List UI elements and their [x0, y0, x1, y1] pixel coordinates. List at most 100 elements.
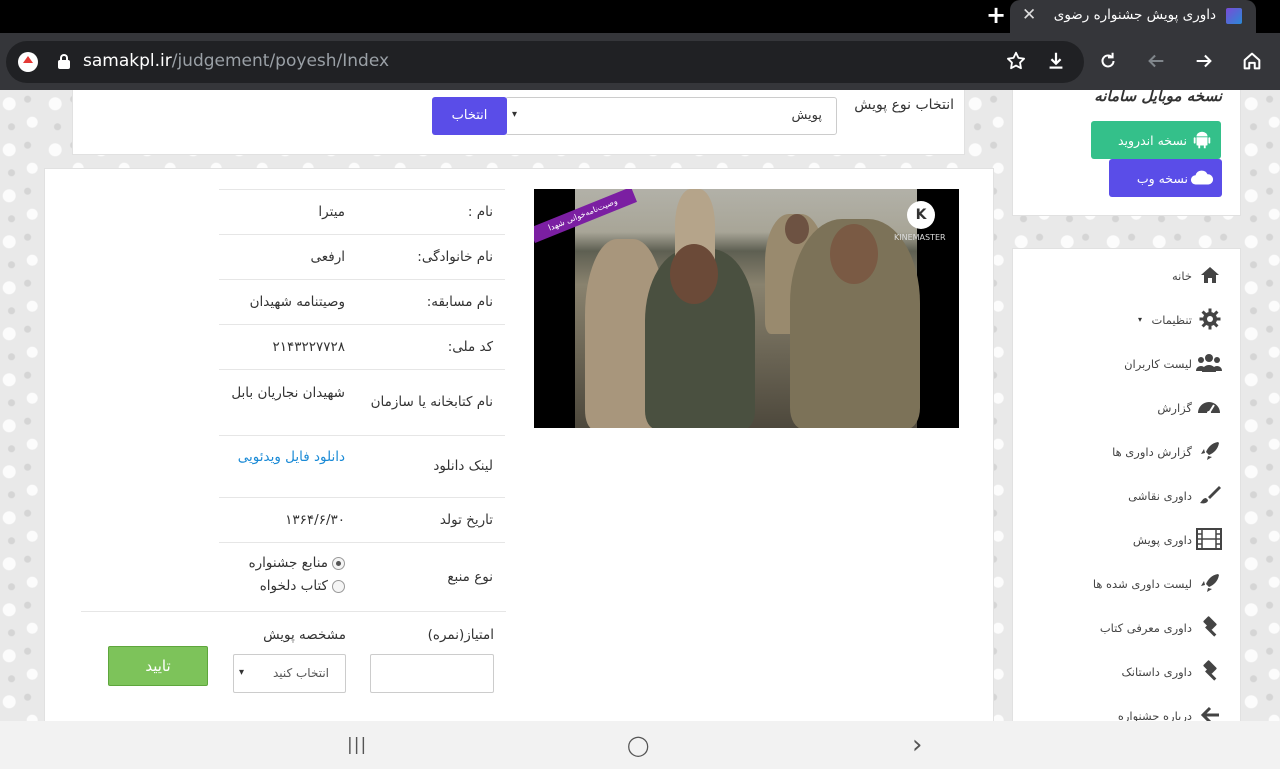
- chevron-down-icon: ▾: [239, 667, 245, 678]
- mobile-version-card: نسخه موبایل سامانه نسخه اندروید نسخه وب: [1012, 90, 1241, 216]
- sidebar-item-short-story[interactable]: داوری داستانک: [1022, 657, 1222, 687]
- arrow-left-icon: [1196, 703, 1222, 721]
- gear-icon: [1196, 307, 1222, 333]
- submission-card: وصیت‌نامه‌خوانی شهدا K KINEMASTER نام : …: [44, 168, 994, 721]
- birth-date-label: تاریخ تولد: [439, 512, 493, 528]
- reload-icon[interactable]: [1094, 50, 1122, 78]
- source-type-label: نوع منبع: [447, 569, 493, 585]
- rocket-icon: [1196, 439, 1222, 465]
- sidebar-item-poyesh[interactable]: داوری پویش: [1022, 525, 1222, 555]
- spec-label: مشخصه پویش: [263, 627, 346, 643]
- gavel-icon: [1196, 659, 1222, 685]
- chevron-down-icon: ▾: [1137, 315, 1142, 324]
- radio-checked-icon[interactable]: [332, 556, 345, 570]
- users-icon: [1196, 351, 1222, 377]
- menu-label: داوری پویش: [1132, 533, 1192, 547]
- detail-row-birth: تاریخ تولد ۱۳۶۴/۶/۳۰: [219, 497, 505, 542]
- new-tab-button[interactable]: +: [986, 3, 1006, 27]
- download-label: لینک دانلود: [433, 458, 493, 474]
- mobile-title: نسخه موبایل سامانه: [1094, 90, 1222, 105]
- spec-select[interactable]: انتخاب کنید ▾: [233, 654, 346, 693]
- recents-icon[interactable]: |||: [347, 733, 367, 757]
- national-code-value: ۲۱۴۳۲۲۷۷۲۸: [272, 339, 345, 355]
- forward-arrow-icon[interactable]: [1190, 50, 1218, 78]
- lock-icon[interactable]: [58, 54, 70, 70]
- site-icon[interactable]: [18, 52, 38, 72]
- address-bar[interactable]: samakpl.ir/judgement/poyesh/Index: [6, 41, 1084, 83]
- download-video-link[interactable]: دانلود فایل ویدئویی: [225, 446, 345, 468]
- back-chevron-icon[interactable]: ›: [912, 732, 922, 758]
- web-button-label: نسخه وب: [1136, 171, 1188, 186]
- detail-row-library: نام کتابخانه یا سازمان شهیدان نجاریان با…: [219, 369, 505, 435]
- detail-row-download: لینک دانلود دانلود فایل ویدئویی: [219, 435, 505, 497]
- menu-label: خانه: [1172, 269, 1192, 283]
- spec-placeholder: انتخاب کنید: [272, 666, 329, 680]
- sidebar-item-book-review[interactable]: داوری معرفی کتاب: [1022, 613, 1222, 643]
- menu-label: لیست کاربران: [1124, 357, 1192, 371]
- family-label: نام خانوادگی:: [417, 249, 493, 265]
- source-option-festival[interactable]: منابع جشنواره: [249, 555, 345, 571]
- cloud-icon: [1190, 167, 1214, 189]
- gavel-icon: [1196, 615, 1222, 641]
- library-value: شهیدان نجاریان بابل: [231, 385, 345, 401]
- video-frame: [575, 189, 920, 428]
- detail-row-source: نوع منبع منابع جشنواره کتاب دلخواه: [219, 542, 505, 612]
- contest-value: وصیتنامه شهیدان: [249, 294, 345, 310]
- source-option-custom[interactable]: کتاب دلخواه: [260, 578, 345, 594]
- bookmark-star-icon[interactable]: [1002, 50, 1030, 78]
- sidebar-item-report[interactable]: گزارش: [1022, 393, 1222, 423]
- details-table: نام : میترا نام خانوادگی: ارفعی نام مساب…: [219, 189, 505, 612]
- system-nav-bar: ||| ◯ ›: [0, 721, 1280, 769]
- kinemaster-watermark: KINEMASTER: [894, 233, 946, 242]
- favicon-icon: [1226, 8, 1242, 24]
- detail-row-national-code: کد ملی: ۲۱۴۳۲۲۷۷۲۸: [219, 324, 505, 369]
- sidebar-item-painting[interactable]: داوری نقاشی: [1022, 481, 1222, 511]
- brush-icon: [1196, 483, 1222, 509]
- name-value: میترا: [318, 204, 345, 220]
- sidebar-item-home[interactable]: خانه: [1022, 261, 1222, 291]
- birth-date-value: ۱۳۶۴/۶/۳۰: [285, 512, 345, 528]
- menu-label: داوری نقاشی: [1128, 489, 1192, 503]
- contest-label: نام مسابقه:: [426, 294, 493, 310]
- radio-unchecked-icon[interactable]: [332, 579, 345, 593]
- tab-strip: + داوری پویش جشنواره رضوی ✕: [0, 0, 1280, 33]
- android-button-label: نسخه اندروید: [1117, 133, 1187, 148]
- video-thumbnail[interactable]: وصیت‌نامه‌خوانی شهدا K KINEMASTER: [534, 189, 959, 428]
- download-icon[interactable]: [1042, 50, 1070, 78]
- home-circle-icon[interactable]: ◯: [627, 733, 649, 757]
- sidebar-item-users[interactable]: لیست کاربران: [1022, 349, 1222, 379]
- browser-tab[interactable]: داوری پویش جشنواره رضوی ✕: [1010, 0, 1256, 33]
- tab-close-icon[interactable]: ✕: [1022, 5, 1036, 25]
- android-button[interactable]: نسخه اندروید: [1091, 121, 1221, 159]
- name-label: نام :: [467, 204, 493, 220]
- browser-toolbar: samakpl.ir/judgement/poyesh/Index: [0, 33, 1280, 90]
- select-button[interactable]: انتخاب: [432, 97, 507, 135]
- source-option-label: منابع جشنواره: [248, 555, 328, 571]
- rocket-icon: [1196, 571, 1222, 597]
- detail-row-name: نام : میترا: [219, 189, 505, 234]
- home-icon[interactable]: [1238, 50, 1266, 78]
- score-input[interactable]: [370, 654, 494, 693]
- kinemaster-logo-icon: K: [907, 201, 935, 229]
- national-code-label: کد ملی:: [447, 339, 493, 355]
- detail-row-contest: نام مسابقه: وصیتنامه شهیدان: [219, 279, 505, 324]
- detail-row-family: نام خانوادگی: ارفعی: [219, 234, 505, 279]
- campaign-type-select[interactable]: پویش ▾: [505, 97, 837, 135]
- chevron-down-icon: ▾: [512, 109, 518, 120]
- home-icon: [1196, 263, 1222, 289]
- menu-label: لیست داوری شده ها: [1092, 577, 1192, 591]
- page-content: انتخاب نوع پویش پویش ▾ انتخاب وصیت‌نامه‌…: [0, 90, 1280, 721]
- sidebar-item-judging-reports[interactable]: گزارش داوری ها: [1022, 437, 1222, 467]
- sidebar-item-about[interactable]: درباره جشنواره: [1022, 701, 1222, 721]
- sidebar-item-settings[interactable]: تنظیمات ▾: [1022, 305, 1222, 335]
- tab-title: داوری پویش جشنواره رضوی: [1053, 7, 1216, 23]
- url-text[interactable]: samakpl.ir/judgement/poyesh/Index: [83, 51, 389, 71]
- back-arrow-icon[interactable]: [1142, 50, 1170, 78]
- filter-label: انتخاب نوع پویش: [854, 97, 954, 113]
- scoring-section: امتیاز(نمره) مشخصه پویش انتخاب کنید ▾ تا…: [81, 611, 506, 711]
- menu-label: تنظیمات: [1151, 313, 1192, 327]
- sidebar-item-judged-list[interactable]: لیست داوری شده ها: [1022, 569, 1222, 599]
- confirm-button[interactable]: تایید: [108, 646, 208, 686]
- web-button[interactable]: نسخه وب: [1109, 159, 1222, 197]
- android-icon: [1191, 129, 1213, 151]
